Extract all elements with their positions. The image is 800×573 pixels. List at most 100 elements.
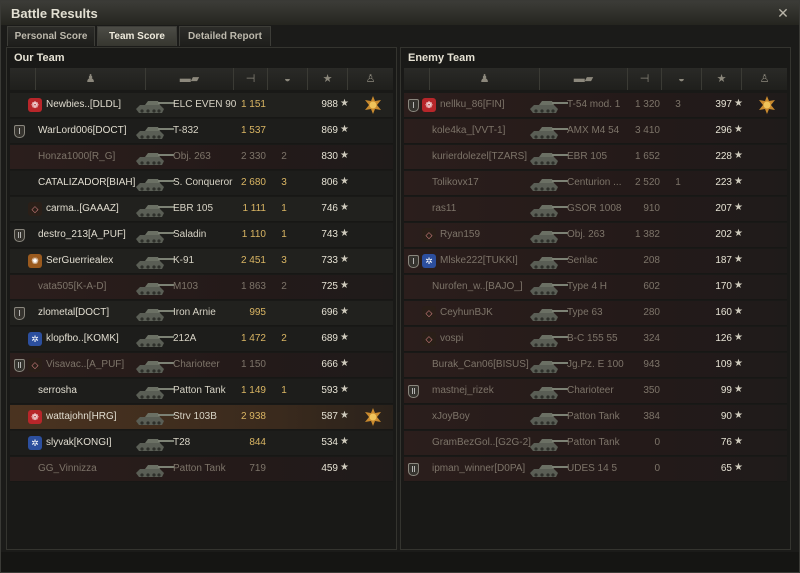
clan-emblem-icon: ◇ xyxy=(28,358,42,372)
medal-icon[interactable]: ♙ xyxy=(348,68,393,90)
experience-value: 202 xyxy=(715,229,732,240)
clan-emblem-icon: ✺ xyxy=(28,254,42,268)
player-row[interactable]: Nurofen_w..[BAJO_] Type 4 H 602 170 ★ xyxy=(404,275,787,300)
tank-name: GSOR 1008 xyxy=(567,203,622,214)
damage-value: 844 xyxy=(249,437,266,448)
player-row[interactable]: serrosha Patton Tank 1 149 1 593 ★ xyxy=(10,379,393,404)
player-row[interactable]: Burak_Can06[BISUS] Jg.Pz. E 100 943 109 ★ xyxy=(404,353,787,378)
damage-value: 2 938 xyxy=(240,411,266,422)
medal-icon[interactable]: ♙ xyxy=(742,68,787,90)
experience-icon[interactable]: ★ xyxy=(702,68,742,90)
player-row[interactable]: ❁ wattajohn[HRG] Strv 103B 2 938 587 ★ xyxy=(10,405,393,430)
player-row[interactable]: ❁ Newbies..[DLDL] ELC EVEN 90 1 151 988 ★ xyxy=(10,93,393,118)
platoon-rank-icon: I xyxy=(408,255,419,268)
tank-icon xyxy=(132,432,176,454)
platoon-rank-icon: I xyxy=(14,125,25,138)
title-bar: Battle Results ✕ xyxy=(1,1,799,25)
medal-icon xyxy=(364,408,382,426)
tab-detailed-report[interactable]: Detailed Report xyxy=(179,26,271,46)
damage-value: 0 xyxy=(654,463,660,474)
player-row[interactable]: xJoyBoy Patton Tank 384 90 ★ xyxy=(404,405,787,430)
star-icon: ★ xyxy=(734,124,743,135)
star-icon: ★ xyxy=(340,98,349,109)
player-icon[interactable]: ♟ xyxy=(430,68,540,90)
vehicle-icon[interactable]: ▬▰ xyxy=(146,68,234,90)
experience-icon[interactable]: ★ xyxy=(308,68,348,90)
experience-value: 207 xyxy=(715,203,732,214)
player-row[interactable]: II ◇ Visavac..[A_PUF] Charioteer 1 150 666 ★ xyxy=(10,353,393,378)
experience-value: 76 xyxy=(720,437,732,448)
damage-icon[interactable]: ⊣ xyxy=(234,68,268,90)
star-icon: ★ xyxy=(340,436,349,447)
star-icon: ★ xyxy=(734,202,743,213)
tab-team-score[interactable]: Team Score xyxy=(97,26,177,46)
player-row[interactable]: GramBezGol..[G2G-2] Patton Tank 0 76 ★ xyxy=(404,431,787,456)
player-row[interactable]: vata505[K-A-D] M103 1 863 2 725 ★ xyxy=(10,275,393,300)
tank-icon xyxy=(132,198,176,220)
vehicle-icon[interactable]: ▬▰ xyxy=(540,68,628,90)
experience-value: 746 xyxy=(321,203,338,214)
player-row[interactable]: GG_Vinnizza Patton Tank 719 459 ★ xyxy=(10,457,393,482)
player-row[interactable]: I ✲ Mlske222[TUKKI] Senlac 208 187 ★ xyxy=(404,249,787,274)
tank-icon xyxy=(526,328,570,350)
enemy-team-title: Enemy Team xyxy=(408,52,476,64)
player-row[interactable]: ◇ vospi B-C 155 55 324 126 ★ xyxy=(404,327,787,352)
player-name: Mlske222[TUKKI] xyxy=(440,255,518,266)
tank-icon xyxy=(526,172,570,194)
damage-icon[interactable]: ⊣ xyxy=(628,68,662,90)
player-row[interactable]: ◇ Ryan159 Obj. 263 1 382 202 ★ xyxy=(404,223,787,248)
player-row[interactable]: II mastnej_rizek Charioteer 350 99 ★ xyxy=(404,379,787,404)
player-row[interactable]: ras11 GSOR 1008 910 207 ★ xyxy=(404,197,787,222)
tank-name: Patton Tank xyxy=(567,437,620,448)
tank-name: Patton Tank xyxy=(173,385,226,396)
star-icon: ★ xyxy=(734,436,743,447)
player-icon[interactable]: ♟ xyxy=(36,68,146,90)
player-row[interactable]: ◇ CeyhunBJK Type 63 280 160 ★ xyxy=(404,301,787,326)
tank-icon xyxy=(132,250,176,272)
player-row[interactable]: ✲ slyvak[KONGI] T28 844 534 ★ xyxy=(10,431,393,456)
player-row[interactable]: I WarLord006[DOCT] T-832 1 537 869 ★ xyxy=(10,119,393,144)
kills-value: 2 xyxy=(281,281,287,292)
tank-name: ELC EVEN 90 xyxy=(173,99,237,110)
tank-icon xyxy=(132,276,176,298)
star-icon: ★ xyxy=(340,358,349,369)
bottom-bar xyxy=(1,552,799,572)
player-row[interactable]: Tolikovx17 Centurion ... 2 520 1 223 ★ xyxy=(404,171,787,196)
kills-icon[interactable]: ◒ xyxy=(662,68,702,90)
player-row[interactable]: ✲ klopfbo..[KOMK] 212A 1 472 2 689 ★ xyxy=(10,327,393,352)
squad-column-header[interactable] xyxy=(10,68,36,90)
tank-icon xyxy=(526,250,570,272)
player-row[interactable]: ◇ carma..[GAAAZ] EBR 105 1 111 1 746 ★ xyxy=(10,197,393,222)
player-name: serrosha xyxy=(38,385,77,396)
experience-value: 109 xyxy=(715,359,732,370)
experience-value: 90 xyxy=(720,411,732,422)
tank-name: EBR 105 xyxy=(567,151,608,162)
player-row[interactable]: CATALIZADOR[BIAH] S. Conqueror 2 680 3 806 ★ xyxy=(10,171,393,196)
kills-icon[interactable]: ◒ xyxy=(268,68,308,90)
player-name: CATALIZADOR[BIAH] xyxy=(38,177,136,188)
player-row[interactable]: II destro_213[A_PUF] Saladin 1 110 1 743 ★ xyxy=(10,223,393,248)
player-row[interactable]: II ipman_winner[D0PA] UDES 14 5 0 65 ★ xyxy=(404,457,787,482)
kills-value: 3 xyxy=(281,177,287,188)
enemy-team-column-header: ♟ ▬▰ ⊣ ◒ ★ ♙ xyxy=(404,68,787,90)
player-row[interactable]: ✺ SerGuerriealex K-91 2 451 3 733 ★ xyxy=(10,249,393,274)
player-row[interactable]: Izlometal[DOCT] Iron Arnie 995 696 ★ xyxy=(10,301,393,326)
close-icon[interactable]: ✕ xyxy=(775,5,791,21)
kills-value: 3 xyxy=(675,99,681,110)
tab-personal-score[interactable]: Personal Score xyxy=(7,26,95,46)
player-row[interactable]: kurierdolezel[TZARS] EBR 105 1 652 228 ★ xyxy=(404,145,787,170)
clan-emblem-icon: ❁ xyxy=(28,410,42,424)
platoon-rank-icon: I xyxy=(14,307,25,320)
squad-column-header[interactable] xyxy=(404,68,430,90)
player-row[interactable]: I ❁ nellku_86[FIN] T-54 mod. 1 1 320 3 397 ★ xyxy=(404,93,787,118)
experience-value: 806 xyxy=(321,177,338,188)
experience-value: 160 xyxy=(715,307,732,318)
medal-icon xyxy=(364,96,382,114)
player-row[interactable]: Honza1000[R_G] Obj. 263 2 330 2 830 ★ xyxy=(10,145,393,170)
tank-icon xyxy=(132,302,176,324)
tank-icon xyxy=(132,172,176,194)
player-row[interactable]: kole4ka_[VVT-1] AMX M4 54 3 410 296 ★ xyxy=(404,119,787,144)
star-icon: ★ xyxy=(340,176,349,187)
star-icon: ★ xyxy=(340,462,349,473)
platoon-rank-icon: I xyxy=(408,99,419,112)
